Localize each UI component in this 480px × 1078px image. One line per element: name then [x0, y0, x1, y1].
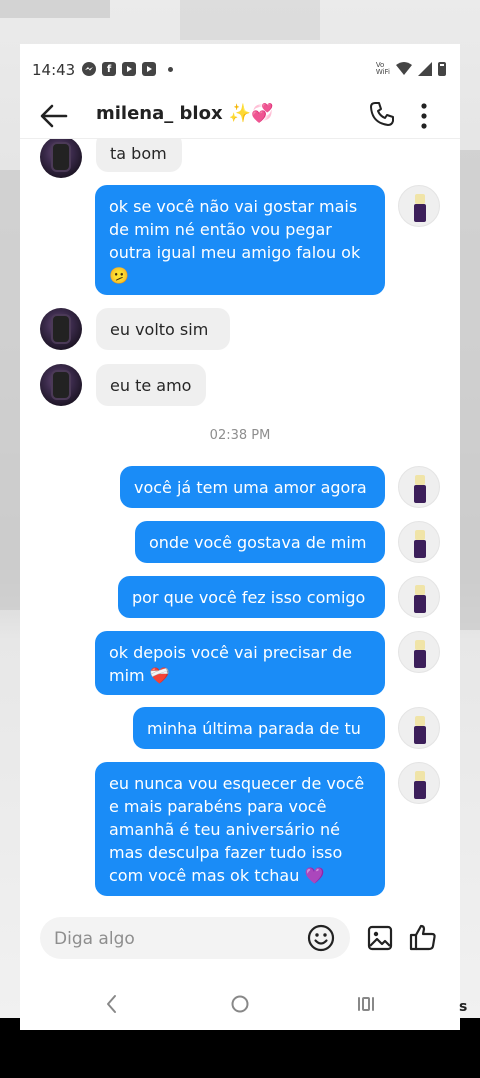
edge-text: s	[459, 999, 468, 1015]
message-input[interactable]	[52, 926, 296, 952]
message-composer	[20, 914, 460, 964]
nav-back-icon[interactable]	[100, 992, 124, 1016]
nav-home-icon[interactable]	[228, 992, 252, 1016]
message-timestamp: 02:38 PM	[209, 428, 271, 443]
my-avatar[interactable]	[398, 631, 440, 673]
facebook-icon: f	[102, 62, 116, 76]
incoming-message[interactable]: eu te amo	[96, 364, 206, 406]
back-arrow-icon[interactable]	[38, 100, 70, 132]
outgoing-message[interactable]: minha última parada de tu	[133, 707, 385, 749]
my-avatar[interactable]	[398, 185, 440, 227]
chat-title[interactable]: milena_ blox ✨💞	[96, 103, 274, 124]
status-notification-icons: f	[82, 62, 173, 76]
nav-recents-icon[interactable]	[354, 992, 378, 1016]
youtube-icon	[142, 62, 156, 76]
my-avatar[interactable]	[398, 466, 440, 508]
my-avatar[interactable]	[398, 521, 440, 563]
android-nav-bar	[20, 980, 460, 1030]
incoming-message[interactable]: eu volto sim	[96, 308, 230, 350]
phone-screen: 14:43 f Vo WiFi milena_ blox ✨💞 ta bom o…	[20, 44, 460, 1030]
signal-icon	[418, 62, 432, 76]
like-thumbs-up-icon[interactable]	[408, 922, 438, 952]
outgoing-message[interactable]: ok se você não vai gostar mais de mim né…	[95, 185, 385, 295]
message-field[interactable]	[40, 917, 350, 959]
wifi-icon	[396, 62, 412, 75]
gallery-icon[interactable]	[366, 924, 394, 952]
my-avatar[interactable]	[398, 762, 440, 804]
message-list[interactable]: ta bom ok se você não vai gostar mais de…	[20, 139, 460, 909]
more-options-icon[interactable]	[414, 100, 434, 132]
status-system-icons: Vo WiFi	[376, 62, 446, 76]
youtube-icon	[122, 62, 136, 76]
chat-header: milena_ blox ✨💞	[20, 92, 460, 139]
contact-avatar[interactable]	[40, 308, 82, 350]
battery-icon	[438, 62, 446, 76]
contact-avatar[interactable]	[40, 139, 82, 178]
status-bar: 14:43 f Vo WiFi	[20, 52, 460, 88]
volte-wifi-icon: Vo WiFi	[376, 62, 390, 76]
my-avatar[interactable]	[398, 707, 440, 749]
wifi-calling-label: WiFi	[375, 68, 390, 76]
outgoing-message[interactable]: por que você fez isso comigo	[118, 576, 385, 618]
more-notifications-dot	[168, 66, 173, 72]
my-avatar[interactable]	[398, 576, 440, 618]
contact-avatar[interactable]	[40, 364, 82, 406]
outgoing-message[interactable]: onde você gostava de mim	[135, 521, 385, 563]
outgoing-message[interactable]: ok depois você vai precisar de mim ❤️‍🩹	[95, 631, 385, 695]
status-time: 14:43	[32, 61, 76, 79]
phone-call-icon[interactable]	[368, 100, 396, 128]
outgoing-message[interactable]: você já tem uma amor agora	[120, 466, 385, 508]
outgoing-message[interactable]: eu nunca vou esquecer de você e mais par…	[95, 762, 385, 896]
messenger-icon	[82, 62, 96, 76]
emoji-icon[interactable]	[306, 923, 336, 953]
incoming-message[interactable]: ta bom	[96, 139, 182, 172]
